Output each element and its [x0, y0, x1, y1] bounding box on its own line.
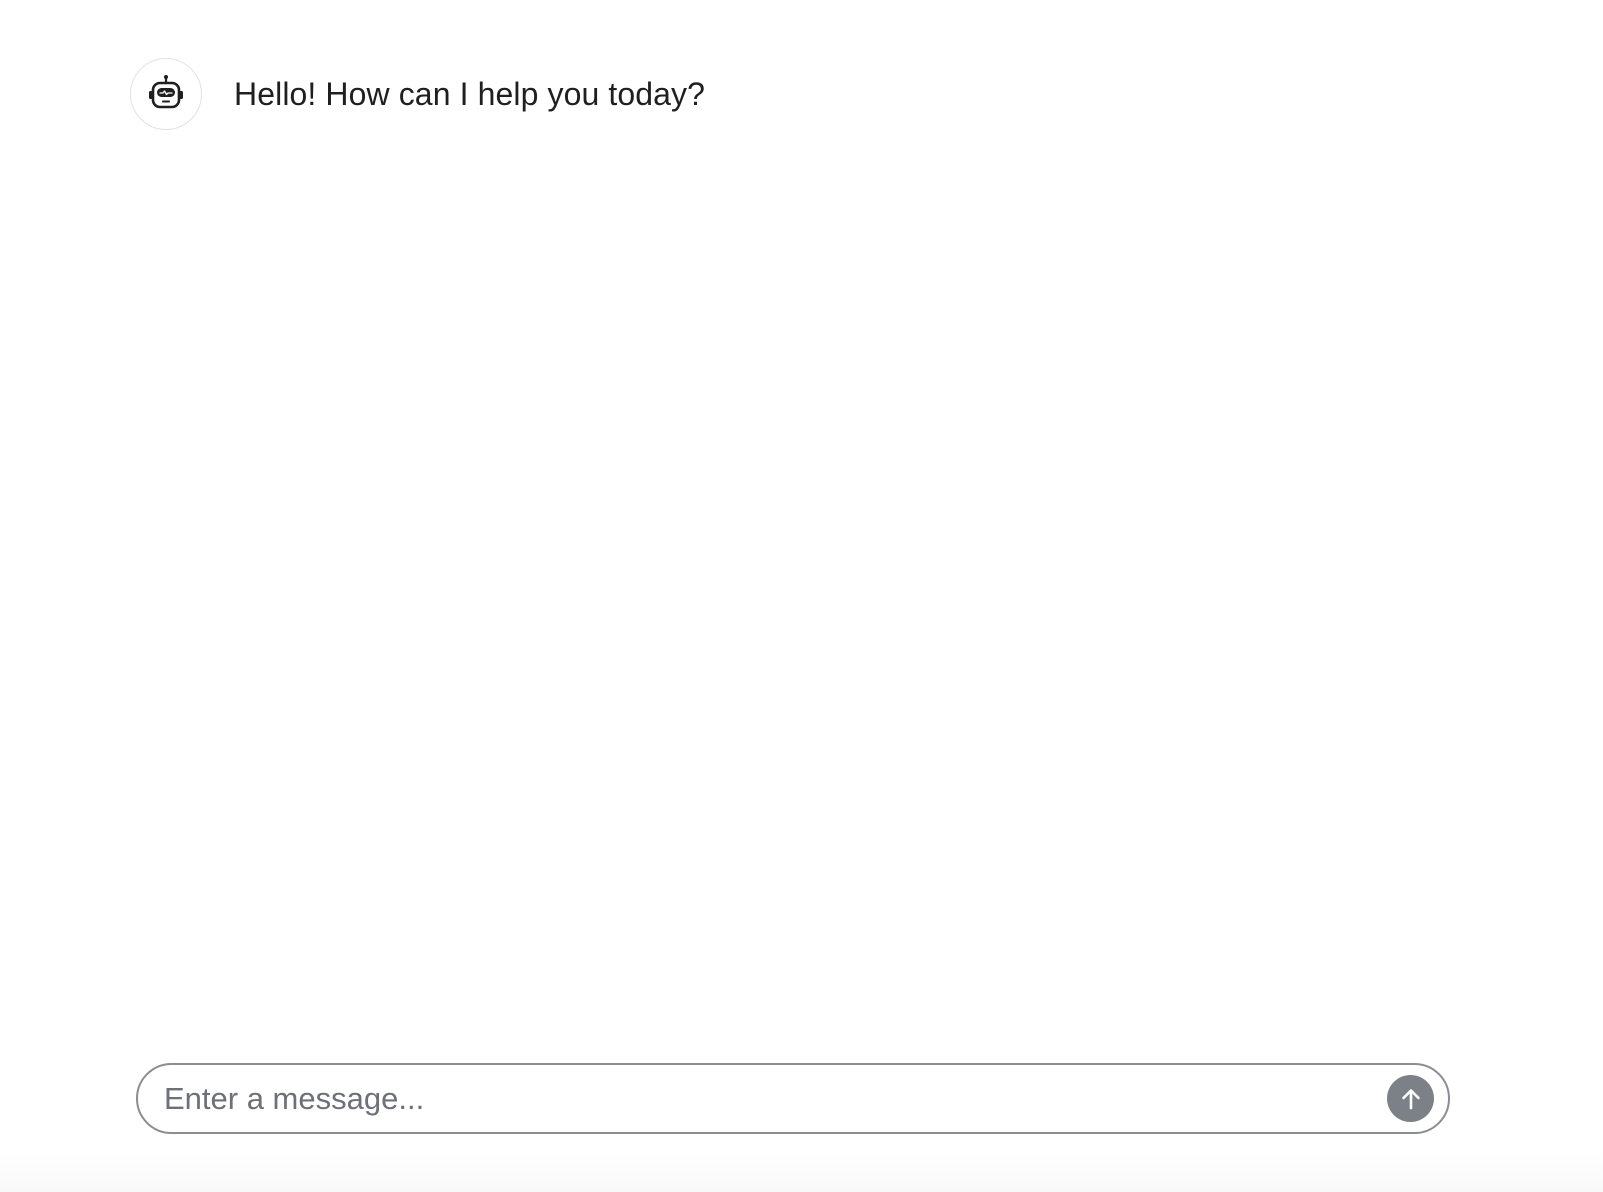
message-composer	[136, 1063, 1450, 1134]
composer-fade	[0, 1152, 1603, 1192]
robot-icon	[149, 75, 183, 109]
send-button[interactable]	[1387, 1075, 1434, 1122]
assistant-avatar	[130, 58, 202, 130]
chat-page: Hello! How can I help you today?	[0, 0, 1603, 1192]
assistant-message-text: Hello! How can I help you today?	[234, 75, 706, 112]
message-input[interactable]	[162, 1067, 1387, 1130]
arrow-up-icon	[1401, 1088, 1420, 1109]
assistant-message: Hello! How can I help you today?	[130, 58, 705, 130]
